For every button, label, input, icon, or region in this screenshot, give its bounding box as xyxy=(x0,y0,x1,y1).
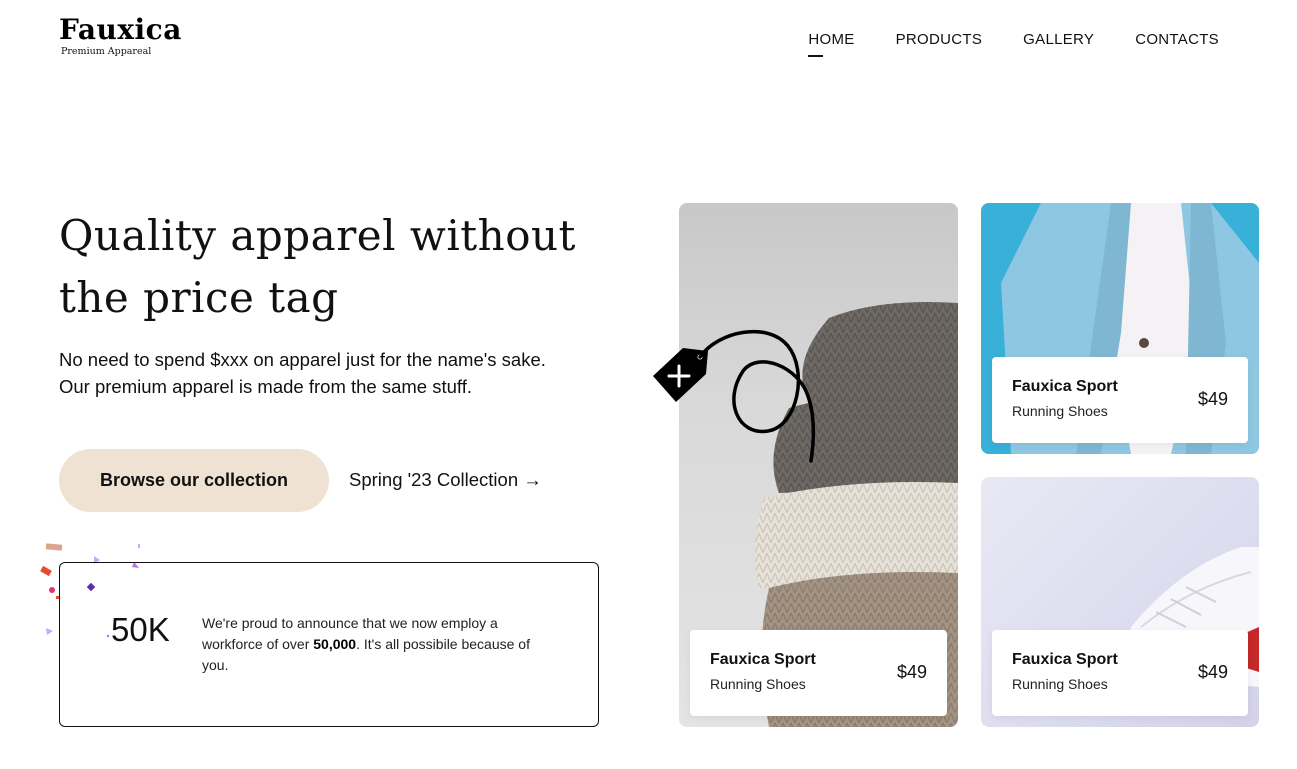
product-subtitle: Running Shoes xyxy=(1012,676,1108,692)
product-price: $49 xyxy=(896,662,927,682)
hero-description-line-1: No need to spend $xxx on apparel just fo… xyxy=(59,349,546,370)
main-nav: HOME PRODUCTS GALLERY CONTACTS xyxy=(808,31,1219,57)
brand-logo[interactable]: Fauxica Premium Appareal xyxy=(59,14,182,58)
product-price: $49 xyxy=(1197,389,1228,409)
nav-home[interactable]: HOME xyxy=(808,31,854,57)
brand-tagline: Premium Appareal xyxy=(61,46,152,57)
product-name: Fauxica Sport xyxy=(1012,378,1118,395)
product-card-3[interactable]: Fauxica Sport Running Shoes $49 xyxy=(992,630,1248,716)
hero-description-line-2: Our premium apparel is made from the sam… xyxy=(59,376,472,397)
price-tag-icon xyxy=(653,329,816,463)
stat-text: We're proud to announce that we now empl… xyxy=(202,613,557,676)
product-subtitle: Running Shoes xyxy=(1012,403,1108,419)
product-name: Fauxica Sport xyxy=(710,651,816,668)
browse-collection-button[interactable]: Browse our collection xyxy=(59,449,329,512)
product-card-2[interactable]: Fauxica Sport Running Shoes $49 xyxy=(992,357,1248,443)
brand-name: Fauxica xyxy=(59,13,182,46)
product-card-1[interactable]: Fauxica Sport Running Shoes $49 xyxy=(690,630,947,716)
hero-title: Quality apparel without the price tag xyxy=(59,211,576,322)
nav-products[interactable]: PRODUCTS xyxy=(896,31,983,48)
stat-text-bold: 50,000 xyxy=(313,636,357,652)
stat-number: 50K xyxy=(111,611,170,648)
stat-box: 50K We're proud to announce that we now … xyxy=(59,562,599,727)
nav-gallery[interactable]: GALLERY xyxy=(1023,31,1094,48)
product-name: Fauxica Sport xyxy=(1012,651,1118,668)
spring-collection-link[interactable]: Spring '23 Collection → xyxy=(349,469,542,491)
product-subtitle: Running Shoes xyxy=(710,676,806,692)
nav-contacts[interactable]: CONTACTS xyxy=(1135,31,1219,48)
product-price: $49 xyxy=(1197,662,1228,682)
hero-description: No need to spend $xxx on apparel just fo… xyxy=(59,346,619,400)
